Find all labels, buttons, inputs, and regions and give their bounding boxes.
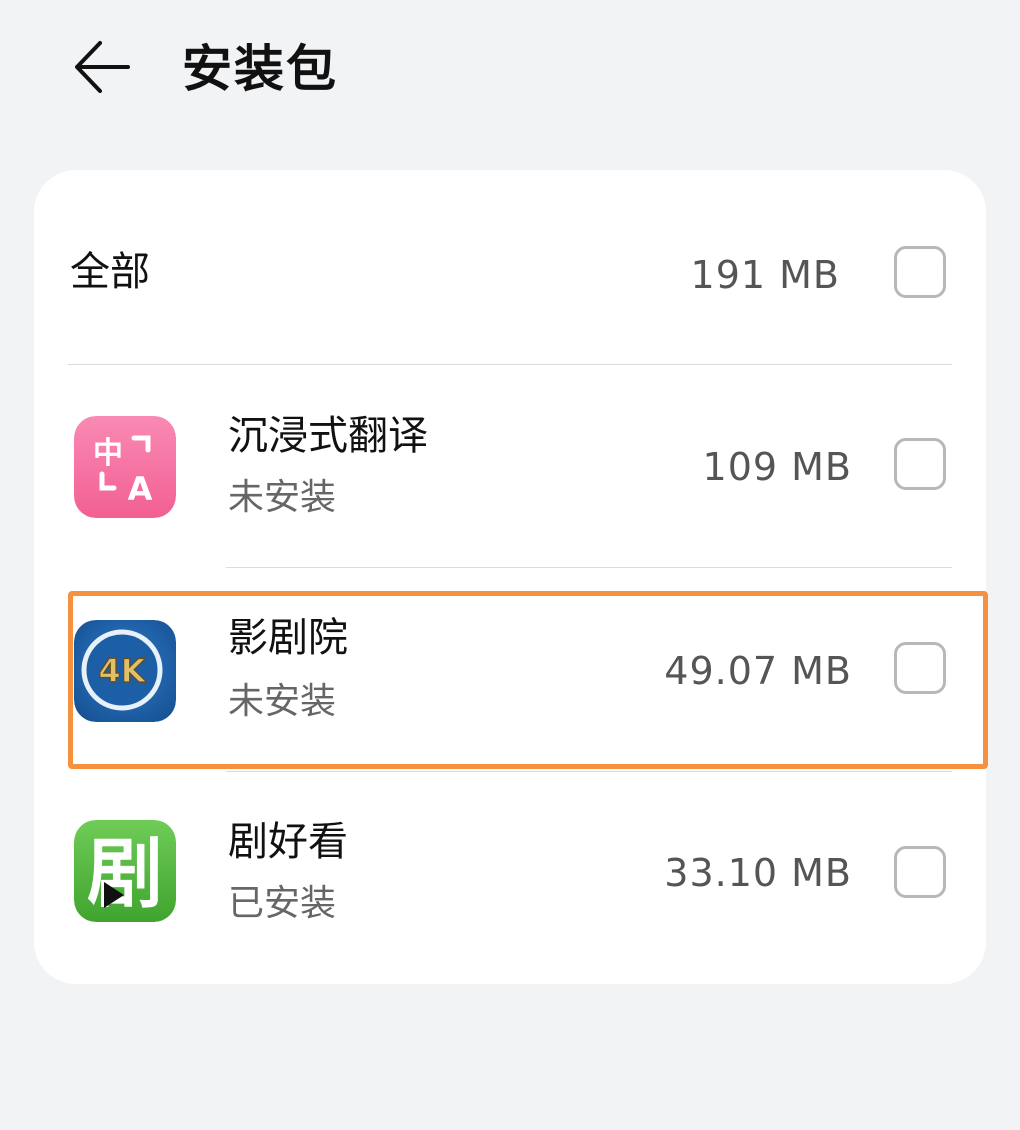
app-status: 已安装	[228, 883, 337, 924]
drama-app-icon: 剧	[74, 820, 176, 922]
app-size: 49.07 MB	[664, 649, 852, 693]
select-all-row[interactable]: 全部 191 MB	[34, 170, 986, 364]
app-status: 未安装	[228, 477, 337, 518]
list-item-app[interactable]: 剧 剧好看 已安装 33.10 MB	[34, 772, 986, 972]
app-size: 33.10 MB	[664, 851, 852, 895]
app-status: 未安装	[228, 681, 337, 722]
select-all-label: 全部	[70, 249, 150, 295]
app-size: 109 MB	[702, 445, 852, 489]
svg-text:A: A	[128, 470, 153, 508]
app-name: 剧好看	[228, 819, 348, 865]
page-title: 安装包	[182, 40, 338, 98]
package-list-card: 全部 191 MB 中 A 沉浸式翻译 未安装 109 MB 4K 影剧院 未安…	[34, 170, 986, 984]
app-checkbox[interactable]	[894, 846, 946, 898]
svg-text:4K: 4K	[98, 652, 146, 690]
app-name: 影剧院	[228, 615, 348, 661]
app-name: 沉浸式翻译	[228, 413, 428, 459]
back-button[interactable]	[62, 30, 142, 104]
installation-packages-screen: 安装包 全部 191 MB 中 A 沉浸式翻译 未安装 109 MB 4K 影剧…	[0, 0, 1020, 1130]
arrow-left-icon	[75, 41, 130, 93]
app-checkbox[interactable]	[894, 642, 946, 694]
translate-app-icon: 中 A	[74, 416, 176, 518]
top-bar: 安装包	[0, 0, 1020, 140]
list-item-app[interactable]: 中 A 沉浸式翻译 未安装 109 MB	[34, 366, 986, 566]
4k-cinema-app-icon: 4K	[74, 620, 176, 722]
app-checkbox[interactable]	[894, 438, 946, 490]
total-size: 191 MB	[690, 253, 840, 297]
divider	[68, 364, 952, 365]
select-all-checkbox[interactable]	[894, 246, 946, 298]
svg-text:中: 中	[93, 436, 123, 471]
svg-text:剧: 剧	[87, 829, 163, 918]
list-item-app[interactable]: 4K 影剧院 未安装 49.07 MB	[34, 568, 986, 772]
